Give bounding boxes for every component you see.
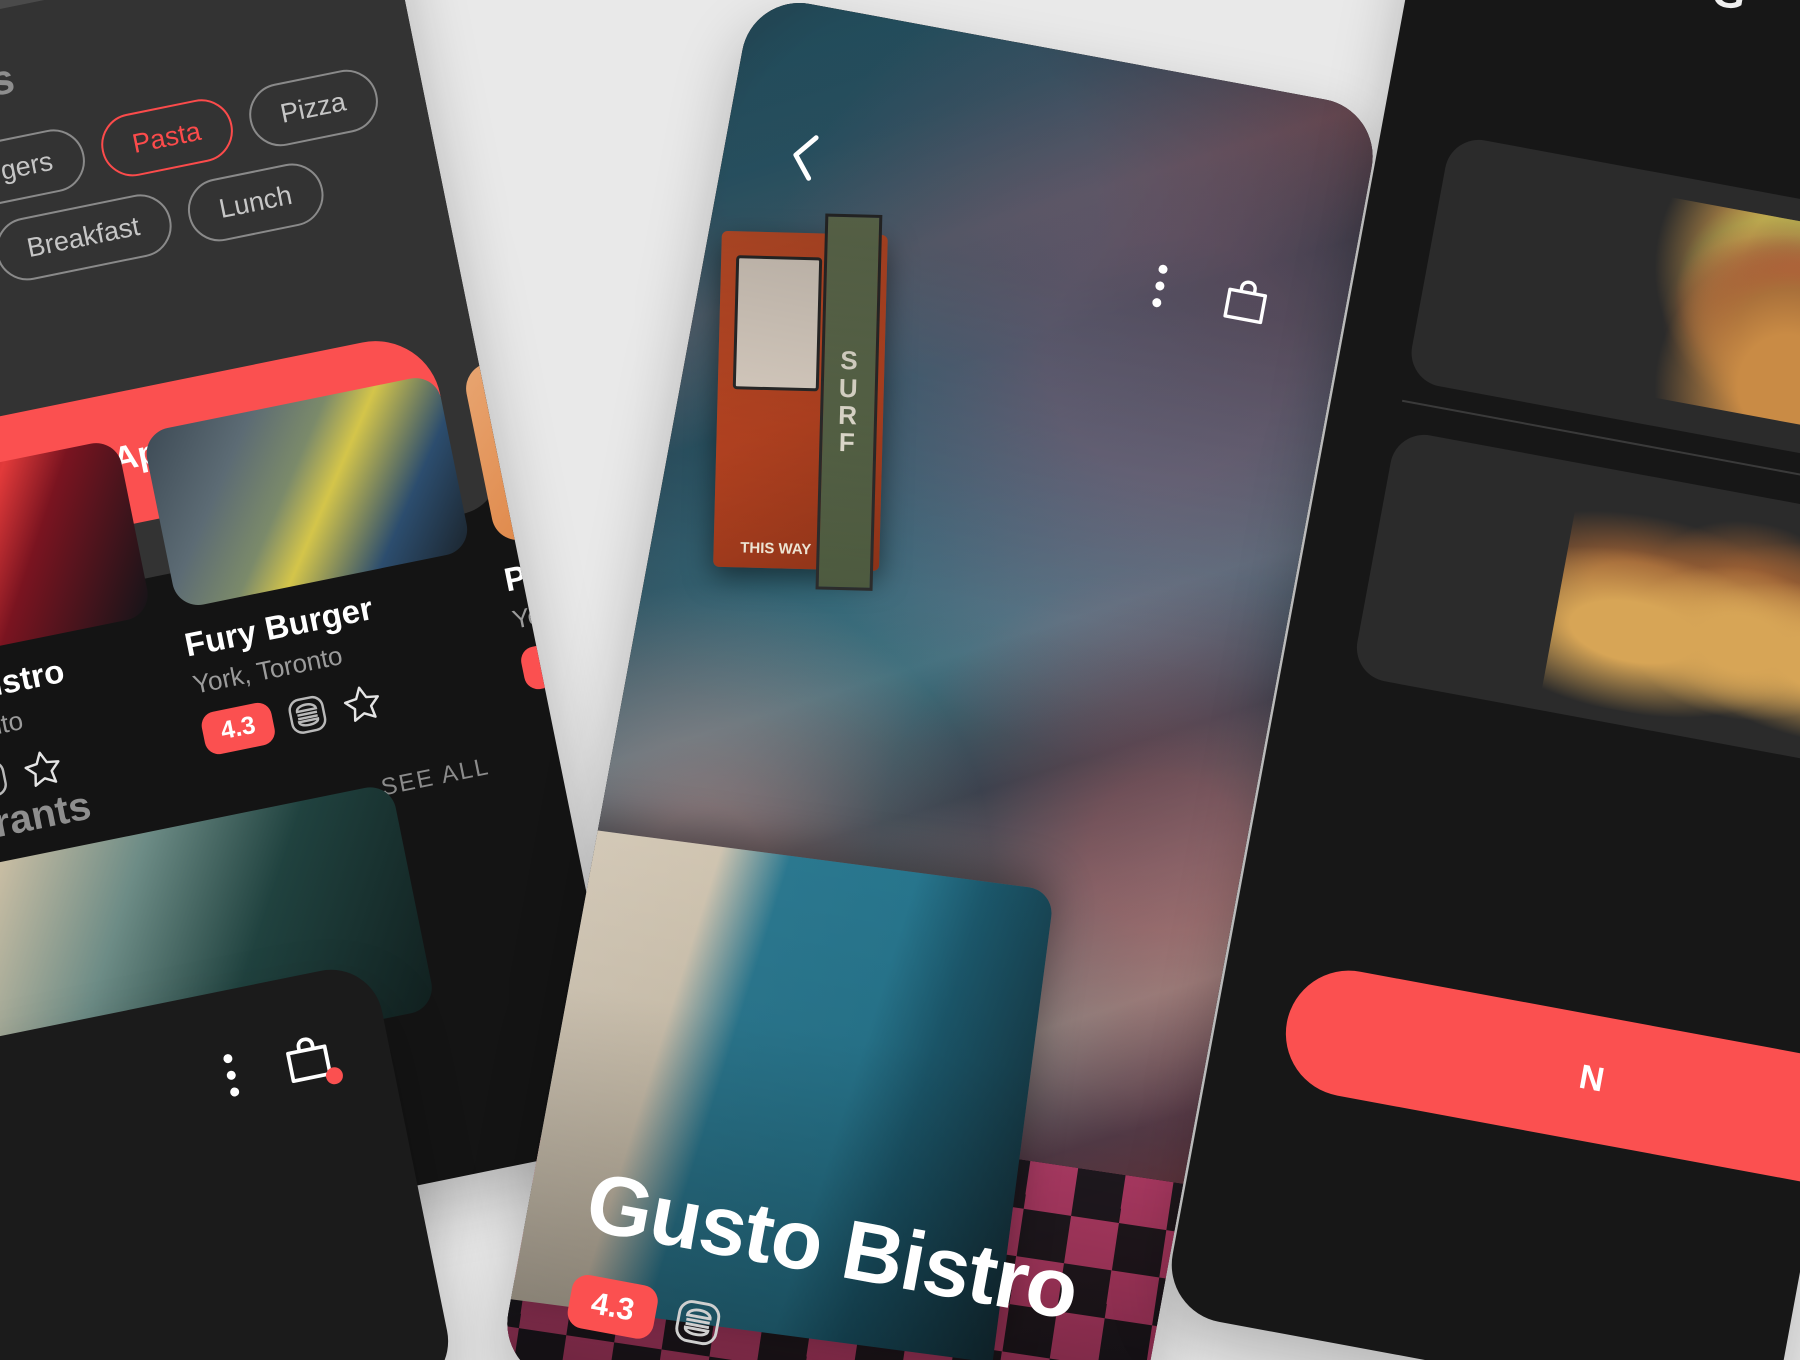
menu-item-card[interactable] xyxy=(1405,134,1800,483)
rating-badge: 4.3 xyxy=(199,700,278,757)
favorite-star-icon[interactable] xyxy=(337,679,387,729)
burger-icon xyxy=(0,755,12,805)
bottom-left-toolbar xyxy=(221,1026,345,1103)
mockup-stage: gers TYPES All Categories All Burgers Pa… xyxy=(0,0,1800,1360)
restaurant-card[interactable]: Fury Burger York, Toronto 4.3 xyxy=(141,373,502,757)
chip-lunch[interactable]: Lunch xyxy=(181,157,330,248)
burger-sliders-photo xyxy=(1540,489,1800,762)
favorite-star-icon[interactable] xyxy=(18,744,68,794)
primary-cta-button[interactable]: N xyxy=(1275,960,1800,1198)
primary-cta-label: N xyxy=(1576,1057,1608,1100)
shopping-bag-icon[interactable] xyxy=(275,1026,345,1092)
burger-icon xyxy=(669,1293,727,1351)
right-screen-title: G xyxy=(1708,0,1751,21)
restaurant-thumbnail xyxy=(461,308,637,545)
restaurant-location: York, Toronto xyxy=(509,575,637,635)
shopping-bag-icon[interactable] xyxy=(1215,270,1278,333)
burger-icon xyxy=(282,690,332,740)
more-vertical-icon[interactable] xyxy=(222,1052,240,1097)
chip-breakfast[interactable]: Breakfast xyxy=(0,188,177,287)
see-all-link[interactable]: SEE ALL xyxy=(379,753,492,802)
restaurant-meta: 4.3 xyxy=(518,590,637,692)
restaurant-name: Pizza xyxy=(500,545,591,599)
rating-badge: 4.3 xyxy=(518,635,597,692)
chip-burgers[interactable]: Burgers xyxy=(0,123,91,218)
menu-item-card[interactable] xyxy=(1351,429,1800,778)
chip-pasta[interactable]: Pasta xyxy=(95,93,239,183)
cheeseburger-photo xyxy=(1627,196,1800,450)
chip-pizza[interactable]: Pizza xyxy=(243,64,384,152)
